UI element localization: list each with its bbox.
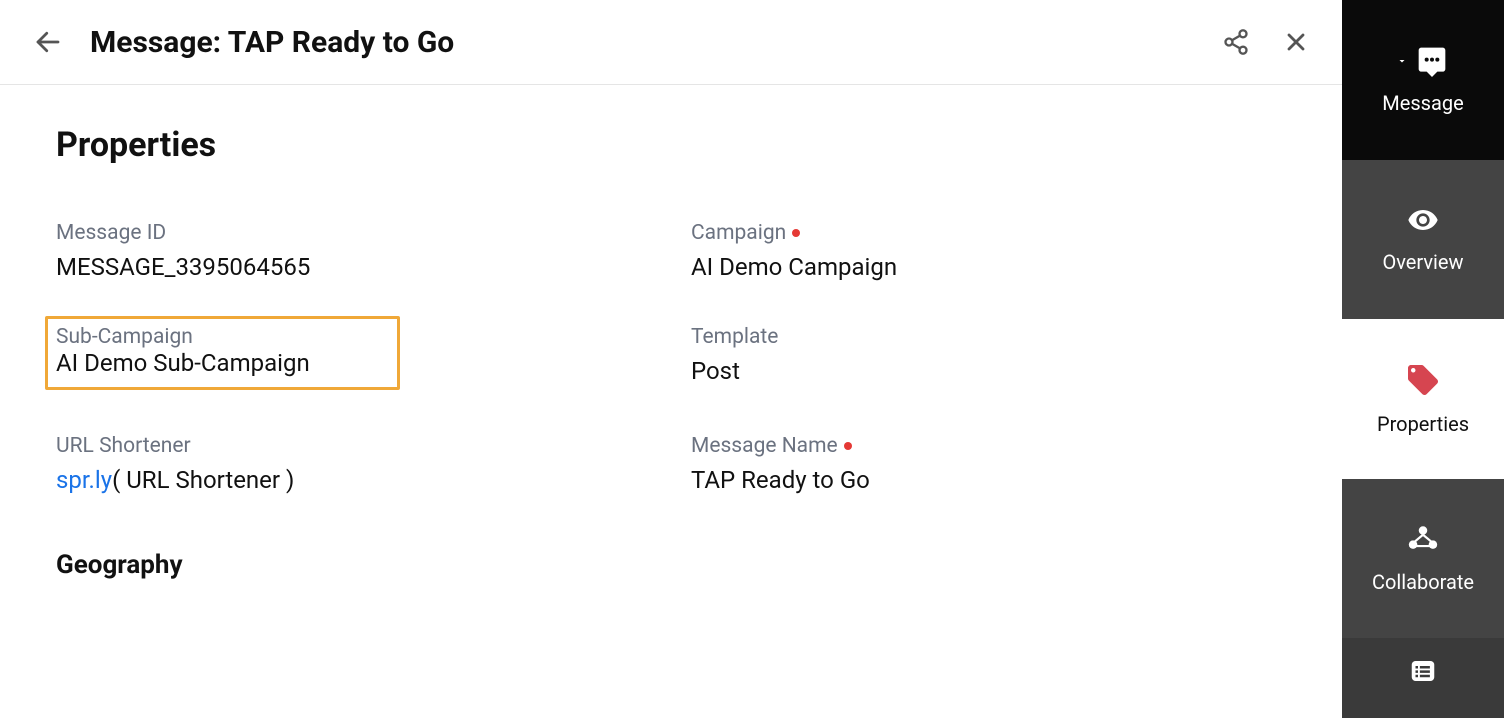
property-label: Message ID [56, 221, 651, 245]
message-bubble-icon [1414, 45, 1450, 77]
property-label: Message Name [691, 434, 1286, 458]
sidebar-label: Properties [1377, 412, 1469, 436]
page-title: Message: TAP Ready to Go [90, 25, 1220, 60]
sidebar-label: Message [1382, 91, 1463, 115]
property-value: MESSAGE_3395064565 [56, 253, 651, 281]
url-shortener-link[interactable]: spr.ly [56, 466, 112, 494]
sidebar-label: Collaborate [1372, 570, 1474, 594]
property-url-shortener[interactable]: URL Shortener spr.ly( URL Shortener ) [56, 434, 651, 494]
section-title: Properties [56, 125, 1286, 165]
property-sub-campaign[interactable]: Sub-Campaign AI Demo Sub-Campaign [56, 325, 651, 390]
property-value: TAP Ready to Go [691, 466, 1286, 494]
property-campaign[interactable]: Campaign AI Demo Campaign [691, 221, 1286, 281]
arrow-left-icon [33, 27, 63, 57]
sidebar: Message Overview Properties Collaborate [1342, 0, 1504, 718]
close-button[interactable] [1280, 26, 1312, 58]
required-indicator-icon [792, 229, 800, 237]
sidebar-item-collaborate[interactable]: Collaborate [1342, 479, 1504, 639]
sidebar-item-overview[interactable]: Overview [1342, 160, 1504, 320]
property-message-id: Message ID MESSAGE_3395064565 [56, 221, 651, 281]
sidebar-item-properties[interactable]: Properties [1342, 319, 1504, 479]
collaborate-icon [1406, 522, 1440, 556]
properties-grid: Message ID MESSAGE_3395064565 Campaign A… [56, 221, 1286, 494]
sidebar-item-more[interactable] [1342, 638, 1504, 718]
property-label: Campaign [691, 221, 1286, 245]
tag-icon [1405, 362, 1441, 398]
eye-icon [1407, 204, 1439, 236]
back-button[interactable] [30, 24, 66, 60]
property-label: URL Shortener [56, 434, 651, 458]
highlight-box: Sub-Campaign AI Demo Sub-Campaign [45, 316, 400, 390]
list-icon [1408, 656, 1438, 686]
share-icon [1222, 28, 1250, 56]
required-indicator-icon [844, 442, 852, 450]
property-value: Post [691, 357, 1286, 385]
property-value: AI Demo Campaign [691, 253, 1286, 281]
sidebar-item-message[interactable]: Message [1342, 0, 1504, 160]
property-template[interactable]: Template Post [691, 325, 1286, 390]
property-message-name[interactable]: Message Name TAP Ready to Go [691, 434, 1286, 494]
property-label: Sub-Campaign [56, 325, 387, 349]
header: Message: TAP Ready to Go [0, 0, 1342, 85]
share-button[interactable] [1220, 26, 1252, 58]
close-icon [1282, 28, 1310, 56]
caret-down-icon [1396, 55, 1408, 67]
property-label: Template [691, 325, 1286, 349]
sidebar-label: Overview [1382, 250, 1463, 274]
subsection-title: Geography [56, 550, 1286, 580]
property-value: AI Demo Sub-Campaign [56, 349, 387, 377]
property-value: spr.ly( URL Shortener ) [56, 466, 651, 494]
